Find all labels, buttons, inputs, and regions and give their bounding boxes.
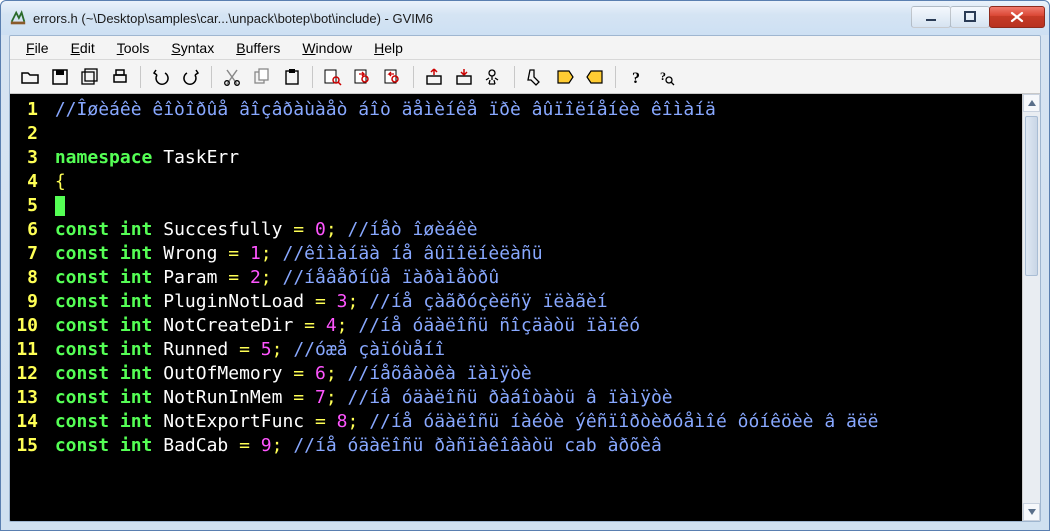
paste-icon[interactable] bbox=[278, 63, 306, 91]
line-number: 3 bbox=[10, 146, 44, 170]
copy-icon[interactable] bbox=[248, 63, 276, 91]
app-icon bbox=[9, 9, 27, 27]
code-line[interactable]: 9 const int PluginNotLoad = 3; //íå çàãð… bbox=[10, 290, 1022, 314]
line-number: 4 bbox=[10, 170, 44, 194]
line-content: namespace TaskErr bbox=[44, 146, 239, 170]
cursor bbox=[55, 196, 65, 216]
line-number: 11 bbox=[10, 338, 44, 362]
menu-syntax[interactable]: Syntax bbox=[161, 38, 224, 58]
line-number: 13 bbox=[10, 386, 44, 410]
find-icon[interactable] bbox=[319, 63, 347, 91]
redo-icon[interactable] bbox=[177, 63, 205, 91]
line-content: const int Param = 2; //íåâåðíûå ïàðàìåòð… bbox=[44, 266, 499, 290]
line-number: 10 bbox=[10, 314, 44, 338]
line-number: 6 bbox=[10, 218, 44, 242]
code-line[interactable]: 3 namespace TaskErr bbox=[10, 146, 1022, 170]
code-line[interactable]: 7 const int Wrong = 1; //êîìàíäà íå âûïî… bbox=[10, 242, 1022, 266]
maximize-button[interactable] bbox=[950, 6, 990, 28]
code-line[interactable]: 4 { bbox=[10, 170, 1022, 194]
run-script-icon[interactable] bbox=[480, 63, 508, 91]
menu-file[interactable]: File bbox=[16, 38, 59, 58]
line-content: const int NotExportFunc = 8; //íå óäàëîñ… bbox=[44, 410, 879, 434]
line-number: 2 bbox=[10, 122, 44, 146]
close-button[interactable] bbox=[989, 6, 1045, 28]
line-content: const int PluginNotLoad = 3; //íå çàãðóç… bbox=[44, 290, 608, 314]
save-all-icon[interactable] bbox=[76, 63, 104, 91]
toolbar-separator bbox=[140, 66, 141, 88]
toolbar-separator bbox=[211, 66, 212, 88]
line-content: const int Wrong = 1; //êîìàíäà íå âûïîëí… bbox=[44, 242, 543, 266]
editor[interactable]: 1 //Îøèáêè êîòîðûå âîçâðàùàåò áîò äåìèíê… bbox=[10, 94, 1022, 521]
undo-icon[interactable] bbox=[147, 63, 175, 91]
toolbar: ?? bbox=[10, 60, 1040, 94]
code-line[interactable]: 2 bbox=[10, 122, 1022, 146]
scroll-up-arrow-icon[interactable] bbox=[1023, 94, 1040, 112]
line-number: 12 bbox=[10, 362, 44, 386]
open-icon[interactable] bbox=[16, 63, 44, 91]
line-content: const int NotRunInMem = 7; //íå óäàëîñü … bbox=[44, 386, 673, 410]
tag-back-icon[interactable] bbox=[581, 63, 609, 91]
line-number: 8 bbox=[10, 266, 44, 290]
menu-tools[interactable]: Tools bbox=[107, 38, 160, 58]
code-line[interactable]: 15 const int BadCab = 9; //íå óäàëîñü ðà… bbox=[10, 434, 1022, 458]
line-content: const int OutOfMemory = 6; //íåõâàòêà ïà… bbox=[44, 362, 532, 386]
line-content: const int Runned = 5; //óæå çàïóùåíî bbox=[44, 338, 445, 362]
titlebar[interactable]: errors.h (~\Desktop\samples\car...\unpac… bbox=[1, 1, 1049, 35]
toolbar-separator bbox=[413, 66, 414, 88]
toolbar-separator bbox=[312, 66, 313, 88]
menu-edit[interactable]: Edit bbox=[61, 38, 105, 58]
line-number: 1 bbox=[10, 98, 44, 122]
scroll-track[interactable] bbox=[1023, 112, 1040, 503]
save-session-icon[interactable] bbox=[450, 63, 478, 91]
scroll-down-arrow-icon[interactable] bbox=[1023, 503, 1040, 521]
menubar: File Edit Tools Syntax Buffers Window He… bbox=[10, 36, 1040, 60]
line-number: 15 bbox=[10, 434, 44, 458]
line-content: const int NotCreateDir = 4; //íå óäàëîñü… bbox=[44, 314, 640, 338]
code-line[interactable]: 11 const int Runned = 5; //óæå çàïóùåíî bbox=[10, 338, 1022, 362]
code-line[interactable]: 13 const int NotRunInMem = 7; //íå óäàëî… bbox=[10, 386, 1022, 410]
save-icon[interactable] bbox=[46, 63, 74, 91]
help-icon[interactable]: ? bbox=[622, 63, 650, 91]
minimize-button[interactable] bbox=[911, 6, 951, 28]
line-number: 7 bbox=[10, 242, 44, 266]
vertical-scrollbar[interactable] bbox=[1022, 94, 1040, 521]
client-area: File Edit Tools Syntax Buffers Window He… bbox=[9, 35, 1041, 522]
menu-buffers[interactable]: Buffers bbox=[226, 38, 290, 58]
menu-help[interactable]: Help bbox=[364, 38, 413, 58]
toolbar-separator bbox=[514, 66, 515, 88]
line-content: const int BadCab = 9; //íå óäàëîñü ðàñïà… bbox=[44, 434, 662, 458]
window-title: errors.h (~\Desktop\samples\car...\unpac… bbox=[33, 11, 433, 26]
line-content: { bbox=[44, 170, 66, 194]
line-number: 5 bbox=[10, 194, 44, 218]
load-session-icon[interactable] bbox=[420, 63, 448, 91]
code-line[interactable]: 8 const int Param = 2; //íåâåðíûå ïàðàìå… bbox=[10, 266, 1022, 290]
svg-text:?: ? bbox=[660, 69, 666, 83]
line-content: const int Succesfully = 0; //íåò îøèáêè bbox=[44, 218, 478, 242]
find-prev-icon[interactable] bbox=[379, 63, 407, 91]
find-next-icon[interactable] bbox=[349, 63, 377, 91]
line-content bbox=[44, 122, 55, 146]
toolbar-separator bbox=[615, 66, 616, 88]
tag-jump-icon[interactable] bbox=[551, 63, 579, 91]
code-line[interactable]: 6 const int Succesfully = 0; //íåò îøèáê… bbox=[10, 218, 1022, 242]
line-content: //Îøèáêè êîòîðûå âîçâðàùàåò áîò äåìèíêå … bbox=[44, 98, 716, 122]
code-line[interactable]: 5 bbox=[10, 194, 1022, 218]
line-number: 9 bbox=[10, 290, 44, 314]
code-line[interactable]: 14 const int NotExportFunc = 8; //íå óäà… bbox=[10, 410, 1022, 434]
line-content bbox=[44, 194, 65, 218]
app-window: errors.h (~\Desktop\samples\car...\unpac… bbox=[0, 0, 1050, 531]
find-help-icon[interactable]: ? bbox=[652, 63, 680, 91]
cut-icon[interactable] bbox=[218, 63, 246, 91]
scroll-thumb[interactable] bbox=[1025, 116, 1038, 276]
code-line[interactable]: 10 const int NotCreateDir = 4; //íå óäàë… bbox=[10, 314, 1022, 338]
svg-text:?: ? bbox=[632, 70, 640, 87]
window-controls bbox=[912, 6, 1045, 30]
line-number: 14 bbox=[10, 410, 44, 434]
code-line[interactable]: 12 const int OutOfMemory = 6; //íåõâàòêà… bbox=[10, 362, 1022, 386]
editor-area: 1 //Îøèáêè êîòîðûå âîçâðàùàåò áîò äåìèíê… bbox=[10, 94, 1040, 521]
code-line[interactable]: 1 //Îøèáêè êîòîðûå âîçâðàùàåò áîò äåìèíê… bbox=[10, 98, 1022, 122]
print-icon[interactable] bbox=[106, 63, 134, 91]
make-icon[interactable] bbox=[521, 63, 549, 91]
menu-window[interactable]: Window bbox=[292, 38, 362, 58]
